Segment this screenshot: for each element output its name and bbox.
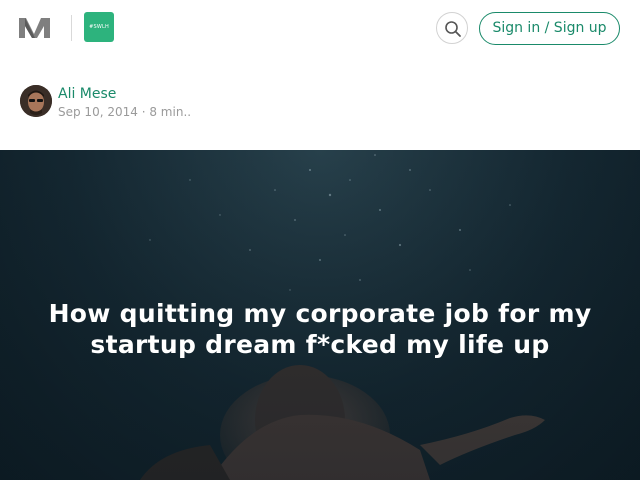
hero-image: How quitting my corporate job for my sta… — [0, 150, 640, 480]
article-title: How quitting my corporate job for my sta… — [48, 299, 592, 359]
top-navigation-bar: #SWLH Sign in / Sign up — [0, 0, 640, 60]
author-name-link[interactable]: Ali Mese — [58, 86, 116, 102]
read-time: 8 min.. — [149, 105, 192, 119]
sign-in-button[interactable]: Sign in / Sign up — [479, 12, 620, 45]
logo-divider — [71, 15, 72, 41]
search-button[interactable] — [436, 12, 468, 44]
post-meta: Sep 10, 2014 · 8 min.. — [58, 105, 191, 119]
avatar[interactable] — [20, 85, 52, 117]
publication-logo[interactable]: #SWLH — [84, 12, 114, 42]
search-icon — [445, 21, 461, 37]
post-date: Sep 10, 2014 — [58, 105, 138, 119]
medium-logo-icon[interactable] — [18, 14, 52, 42]
meta-separator: · — [141, 105, 146, 119]
author-byline: Ali Mese Sep 10, 2014 · 8 min.. — [20, 85, 420, 121]
